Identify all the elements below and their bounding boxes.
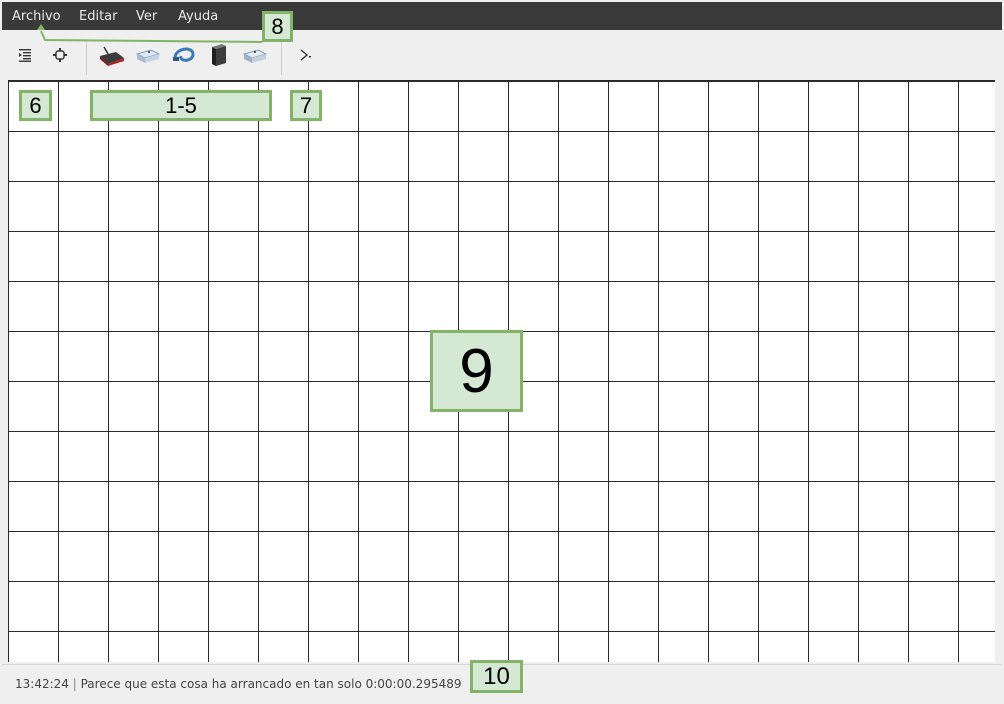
hub-icon[interactable]	[241, 41, 269, 69]
status-time: 13:42:24	[15, 677, 69, 691]
hierarchy-icon[interactable]	[11, 41, 39, 69]
callout-1-5: 1-5	[90, 90, 272, 121]
menu-ver[interactable]: Ver	[136, 9, 157, 24]
toolbar	[2, 31, 1002, 79]
menu-archivo[interactable]: Archivo	[12, 9, 61, 24]
callout-8: 8	[262, 11, 293, 42]
menu-ayuda[interactable]: Ayuda	[178, 9, 218, 24]
terminal-icon[interactable]	[292, 41, 320, 69]
toolbar-separator	[86, 41, 87, 75]
status-text: Parece que esta cosa ha arrancado en tan…	[80, 677, 462, 691]
menu-editar[interactable]: Editar	[79, 9, 118, 24]
switch-icon[interactable]	[134, 41, 162, 69]
status-divider: |	[72, 677, 81, 691]
callout-7: 7	[290, 90, 322, 121]
server-icon[interactable]	[205, 41, 233, 69]
toolbar-separator	[281, 41, 282, 75]
callout-9: 9	[430, 330, 523, 412]
cable-icon[interactable]	[170, 41, 198, 69]
menu-bar: Archivo Editar Ver Ayuda	[2, 2, 1002, 30]
device-settings-icon[interactable]	[46, 41, 74, 69]
status-message: 13:42:24 | Parece que esta cosa ha arran…	[15, 677, 462, 691]
router-icon[interactable]	[98, 41, 126, 69]
app-window: Archivo Editar Ver Ayuda 13:42:24 | Pare…	[0, 0, 1004, 704]
callout-6: 6	[19, 90, 52, 121]
callout-10: 10	[470, 660, 523, 693]
